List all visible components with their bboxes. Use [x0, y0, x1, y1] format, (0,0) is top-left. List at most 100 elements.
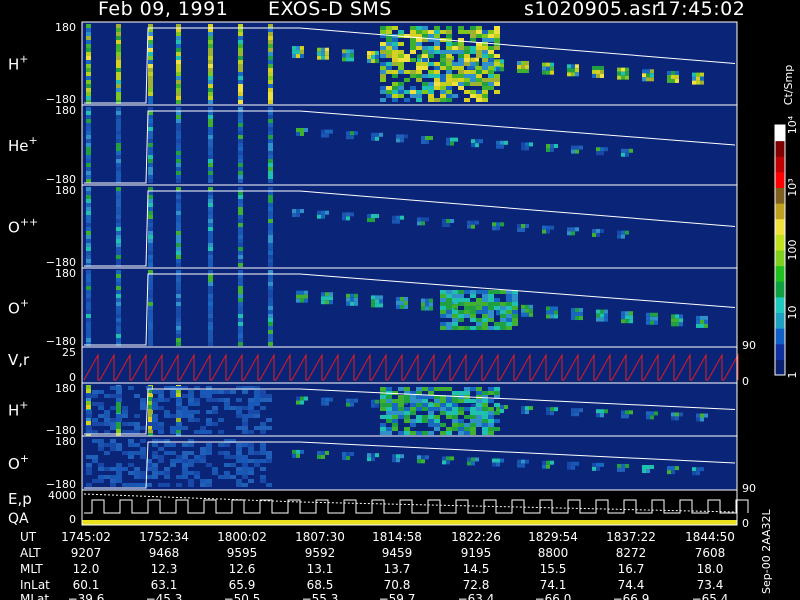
spectrum-cell — [208, 263, 213, 267]
spectrum-cell — [521, 142, 525, 147]
spectrum-cell — [488, 74, 494, 78]
spectrum-cell — [371, 403, 375, 408]
spectrum-cell — [86, 251, 91, 255]
spectrum-cell — [346, 131, 350, 136]
spectrum-cell — [506, 302, 512, 306]
spectrum-cell — [629, 148, 633, 153]
spectrum-cell — [238, 107, 243, 111]
spectrum-cell — [254, 414, 260, 418]
spectrum-cell — [421, 136, 425, 140]
spectrum-cell — [208, 274, 213, 278]
spectrum-cell — [176, 155, 181, 159]
spectrum-cell — [148, 68, 153, 72]
spectrum-cell — [148, 219, 153, 223]
spectrum-cell — [176, 422, 182, 426]
spectrum-cell — [367, 453, 371, 458]
spectrum-cell — [428, 94, 434, 98]
spectrum-cell — [266, 455, 272, 459]
spectrum-cell — [496, 311, 500, 316]
spectrum-cell — [404, 58, 410, 62]
spectrum-cell — [208, 191, 213, 195]
spectrum-cell — [521, 68, 525, 73]
spectrum-cell — [380, 30, 386, 34]
spectrum-cell — [471, 143, 475, 148]
spectrum-cell — [152, 471, 158, 475]
spectrum-cell — [208, 207, 213, 211]
spectrum-cell — [116, 405, 121, 409]
spectrum-cell — [517, 60, 521, 65]
spectrum-cell — [238, 247, 243, 251]
spectrum-cell — [329, 292, 333, 297]
spectrum-cell — [621, 75, 625, 80]
spectrum-cell — [375, 214, 379, 219]
spectrum-cell — [238, 195, 243, 199]
spectrum-cell — [134, 394, 140, 398]
spectrum-cell — [410, 94, 416, 98]
spectrum-cell — [494, 90, 500, 94]
spectrum-cell — [208, 306, 213, 310]
spectrum-cell — [208, 255, 213, 259]
spectrum-cell — [592, 228, 596, 233]
spectrum-cell — [268, 60, 273, 64]
spectrum-cell — [86, 191, 91, 195]
colorbar-tick: 10⁴ — [786, 115, 799, 134]
spectrum-cell — [428, 46, 434, 50]
spectrum-cell — [140, 471, 146, 475]
footer-value: 9207 — [71, 546, 102, 560]
spectrum-cell — [428, 62, 434, 66]
spectrum-cell — [268, 175, 273, 179]
spectrum-cell — [92, 430, 98, 434]
spectrum-cell — [238, 219, 243, 223]
spectrum-cell — [116, 282, 121, 286]
spectrum-cell — [208, 215, 213, 219]
spectrum-cell — [546, 411, 550, 416]
spectrum-cell — [458, 431, 464, 435]
spectrum-cell — [350, 452, 354, 457]
spectrum-cell — [404, 411, 410, 415]
spectrum-cell — [238, 56, 243, 60]
spectrum-cell — [675, 70, 679, 75]
spectrum-cell — [696, 72, 700, 77]
spectrum-cell — [86, 255, 91, 259]
spectrum-cell — [494, 298, 500, 302]
spectrum-cell — [206, 390, 212, 394]
spectrum-cell — [525, 146, 529, 151]
spectrum-cell — [571, 68, 575, 73]
spectrum-cell — [386, 395, 392, 399]
spectrum-cell — [398, 403, 404, 407]
spectrum-cell — [446, 456, 450, 461]
spectrum-cell — [176, 28, 181, 32]
spectrum-cell — [476, 54, 482, 58]
spectrum-cell — [416, 387, 422, 391]
spectrum-cell — [208, 171, 213, 175]
footer-value: 9459 — [382, 546, 413, 560]
spectrum-cell — [208, 342, 213, 346]
spectrum-cell — [194, 471, 200, 475]
spectrum-cell — [371, 59, 375, 64]
spectrum-cell — [521, 60, 525, 65]
spectrum-cell — [176, 119, 181, 123]
spectrum-cell — [650, 73, 654, 78]
spectrum-cell — [696, 76, 700, 81]
spectrum-cell — [208, 167, 213, 171]
spectrum-cell — [86, 179, 91, 183]
spectrum-cell — [422, 66, 428, 70]
spectrum-cell — [422, 403, 428, 407]
spectrum-cell — [386, 38, 392, 42]
spectrum-cell — [425, 298, 429, 303]
spectrum-cell — [116, 414, 122, 418]
spectrum-cell — [392, 403, 398, 407]
spectrum-cell — [392, 42, 398, 46]
spectrum-cell — [152, 422, 158, 426]
spectrum-cell — [98, 447, 104, 451]
spectrum-cell — [208, 24, 213, 28]
spectrum-cell — [458, 82, 464, 86]
spectrum-cell — [238, 263, 243, 267]
spectrum-cell — [86, 171, 91, 175]
spectrum-cell — [617, 463, 621, 468]
spectrum-cell — [208, 72, 213, 76]
spectrum-cell — [208, 326, 213, 330]
spectrum-cell — [458, 310, 464, 314]
spectrum-cell — [104, 418, 110, 422]
spectrum-cell — [182, 463, 188, 467]
